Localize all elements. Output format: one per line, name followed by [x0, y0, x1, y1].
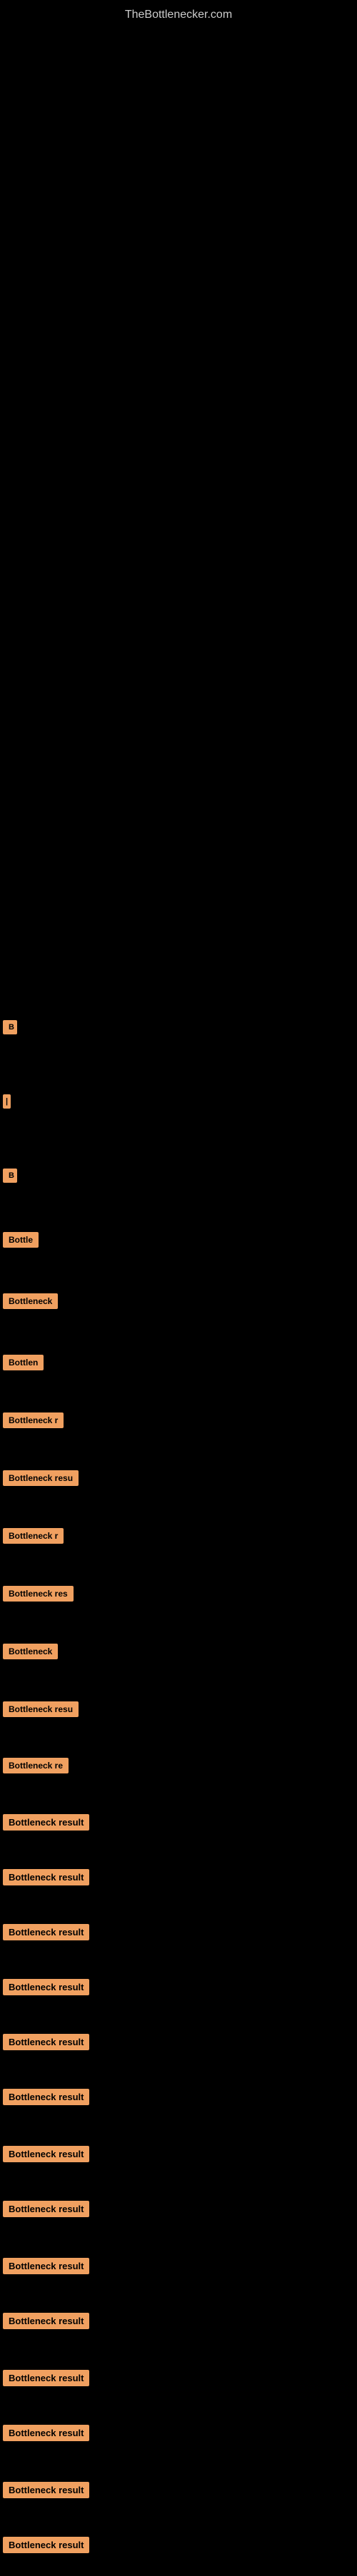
- result-row: B: [0, 1012, 357, 1047]
- result-row: Bottle: [0, 1223, 357, 1260]
- bottleneck-badge-10[interactable]: Bottleneck res: [3, 1586, 74, 1602]
- bottleneck-badge-4[interactable]: Bottle: [3, 1232, 39, 1248]
- result-row: Bottleneck result: [0, 2249, 357, 2286]
- bottleneck-badge-15[interactable]: Bottleneck result: [3, 1869, 89, 1885]
- bottleneck-badge-19[interactable]: Bottleneck result: [3, 2089, 89, 2105]
- bottleneck-badge-22[interactable]: Bottleneck result: [3, 2258, 89, 2274]
- spacer: [0, 2229, 357, 2249]
- spacer: [0, 1843, 357, 1860]
- spacer: [0, 2510, 357, 2528]
- bottleneck-badge-11[interactable]: Bottleneck: [3, 1644, 58, 1659]
- spacer: [0, 1195, 357, 1223]
- bottleneck-badge-23[interactable]: Bottleneck result: [3, 2313, 89, 2329]
- result-row: Bottleneck result: [0, 1806, 357, 1843]
- result-row: B: [0, 1160, 357, 1195]
- bottleneck-badge-25[interactable]: Bottleneck result: [3, 2425, 89, 2441]
- bottleneck-badge-8[interactable]: Bottleneck resu: [3, 1470, 79, 1486]
- result-row: Bottleneck resu: [0, 1462, 357, 1498]
- bottleneck-badge-20[interactable]: Bottleneck result: [3, 2146, 89, 2162]
- bottleneck-badge-17[interactable]: Bottleneck result: [3, 1979, 89, 1995]
- bottleneck-badge-14[interactable]: Bottleneck result: [3, 1814, 89, 1831]
- spacer: [0, 1121, 357, 1160]
- spacer: [0, 1556, 357, 1577]
- spacer: [0, 1671, 357, 1693]
- bottleneck-badge-1[interactable]: B: [3, 1020, 17, 1034]
- spacer: [0, 2453, 357, 2473]
- site-title: TheBottlenecker.com: [0, 0, 357, 27]
- result-row: Bottleneck result: [0, 1860, 357, 1898]
- bottleneck-badge-7[interactable]: Bottleneck r: [3, 1412, 64, 1428]
- result-row: Bottleneck res: [0, 1577, 357, 1614]
- spacer: [0, 2398, 357, 2416]
- bottleneck-badge-16[interactable]: Bottleneck result: [3, 1924, 89, 1940]
- bottleneck-badge-24[interactable]: Bottleneck result: [3, 2370, 89, 2386]
- result-row: Bottleneck result: [0, 2192, 357, 2229]
- bottleneck-badge-2[interactable]: |: [3, 1094, 11, 1109]
- result-row: Bottleneck result: [0, 2304, 357, 2341]
- bottleneck-badge-3[interactable]: B: [3, 1169, 17, 1183]
- bottleneck-badge-6[interactable]: Bottlen: [3, 1355, 44, 1370]
- spacer: [0, 1260, 357, 1285]
- spacer: [0, 1953, 357, 1970]
- bottleneck-badge-9[interactable]: Bottleneck r: [3, 1528, 64, 1544]
- result-row: Bottleneck r: [0, 1404, 357, 1440]
- spacer: [0, 1321, 357, 1346]
- result-row: Bottleneck re: [0, 1749, 357, 1786]
- result-row: Bottleneck result: [0, 2528, 357, 2565]
- spacer: [0, 2565, 357, 2576]
- spacer: [0, 2341, 357, 2361]
- spacer: [0, 1047, 357, 1086]
- spacer: [0, 1786, 357, 1806]
- result-row: Bottleneck result: [0, 1970, 357, 2007]
- result-row: Bottleneck result: [0, 2361, 357, 2398]
- spacer: [0, 2062, 357, 2080]
- spacer: [0, 1729, 357, 1749]
- result-row: Bottleneck result: [0, 2137, 357, 2174]
- spacer: [0, 2174, 357, 2192]
- result-row: Bottleneck result: [0, 2080, 357, 2117]
- spacer: [0, 2007, 357, 2025]
- bottleneck-badge-12[interactable]: Bottleneck resu: [3, 1701, 79, 1717]
- spacer: [0, 1440, 357, 1462]
- bottleneck-badge-27[interactable]: Bottleneck result: [3, 2537, 89, 2553]
- bottleneck-badge-5[interactable]: Bottleneck: [3, 1293, 58, 1309]
- spacer: [0, 1383, 357, 1404]
- spacer: [0, 1614, 357, 1635]
- result-row: Bottleneck result: [0, 2473, 357, 2510]
- top-black-area: [0, 27, 357, 1012]
- result-row: Bottleneck result: [0, 2025, 357, 2062]
- result-row: |: [0, 1086, 357, 1121]
- result-row: Bottleneck result: [0, 2416, 357, 2453]
- spacer: [0, 2286, 357, 2304]
- result-row: Bottleneck result: [0, 1915, 357, 1953]
- spacer: [0, 1498, 357, 1519]
- result-row: Bottleneck: [0, 1285, 357, 1321]
- spacer: [0, 1898, 357, 1915]
- result-row: Bottleneck r: [0, 1519, 357, 1556]
- page-container: TheBottlenecker.com B | B Bottle Bottlen…: [0, 0, 357, 2576]
- bottleneck-badge-21[interactable]: Bottleneck result: [3, 2201, 89, 2217]
- bottleneck-badge-18[interactable]: Bottleneck result: [3, 2034, 89, 2050]
- bottleneck-badge-13[interactable]: Bottleneck re: [3, 1758, 69, 1773]
- result-row: Bottleneck resu: [0, 1693, 357, 1729]
- spacer: [0, 2117, 357, 2137]
- result-row: Bottlen: [0, 1346, 357, 1383]
- bottleneck-badge-26[interactable]: Bottleneck result: [3, 2482, 89, 2498]
- result-row: Bottleneck: [0, 1635, 357, 1671]
